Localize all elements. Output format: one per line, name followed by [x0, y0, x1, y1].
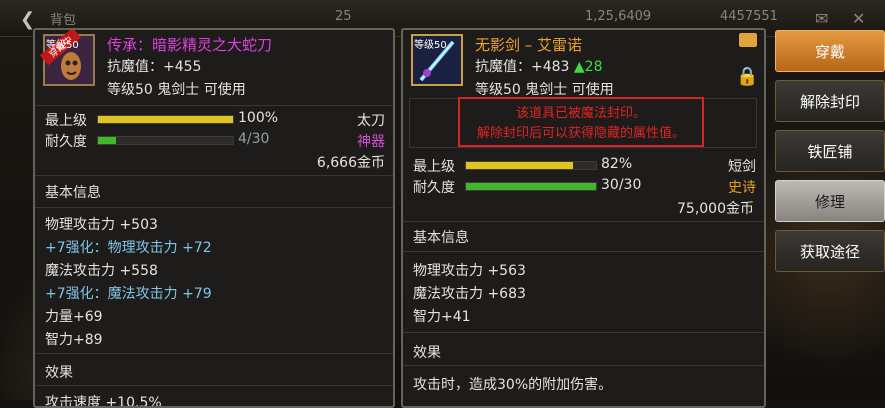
mail-icon[interactable]: ✉ — [815, 9, 828, 28]
divider — [35, 175, 393, 176]
top-counter-left: 25 — [335, 9, 352, 24]
stat-label: 耐久度 — [413, 180, 455, 196]
level-badge: 等级50 — [46, 40, 79, 51]
lock-icon[interactable]: 🔒 — [736, 66, 758, 87]
divider — [35, 105, 393, 106]
resist-label: 抗魔值：+483 — [475, 59, 574, 75]
basic-info-title: 基本信息 — [413, 230, 469, 246]
top-counter-mid: 1,25,6409 — [585, 9, 652, 24]
attribute-line: 物理攻击力 +503 — [45, 217, 158, 233]
requirement: 等级50 鬼剑士 可使用 — [107, 82, 246, 98]
divider — [35, 353, 393, 354]
equipped-item-tooltip: 穿戴中 等级50 传承：暗影精灵之大蛇刀 抗魔值：+455 等级50 鬼剑士 可… — [33, 28, 395, 408]
level-badge: 等级50 — [414, 40, 447, 51]
resist-increase: ▲28 — [573, 59, 603, 75]
effect-text: 攻击时，造成30%的附加伤害。 — [413, 377, 613, 393]
divider — [403, 365, 764, 366]
effect-title: 效果 — [45, 365, 73, 381]
equip-button[interactable]: 穿戴 — [775, 30, 885, 72]
stat-tag: 史诗 — [728, 180, 756, 196]
seal-line-2: 解除封印后可以获得隐藏的属性值。 — [476, 126, 685, 141]
compared-item-tooltip: 等级50 无影剑 – 艾雷诺 抗魔值：+483 ▲28 等级50 鬼剑士 可使用… — [401, 28, 766, 408]
divider — [403, 251, 764, 252]
basic-info-title: 基本信息 — [45, 185, 101, 201]
repair-button[interactable]: 修理 — [775, 180, 885, 222]
effect-title: 效果 — [413, 345, 441, 361]
stat-label: 最上级 — [413, 159, 455, 175]
price: 75,000金币 — [677, 201, 754, 217]
stat-bar — [465, 182, 597, 191]
top-counter-right: 4457551 — [720, 9, 778, 24]
item-name: 无影剑 – 艾雷诺 — [475, 36, 583, 54]
divider — [403, 332, 764, 333]
resist-value: 抗魔值：+483 ▲28 — [475, 56, 603, 76]
attribute-line: +7强化：魔法攻击力 +79 — [45, 286, 212, 302]
attribute-line: 智力+89 — [45, 332, 103, 348]
stat-bar-fill — [98, 116, 233, 123]
close-icon[interactable]: ✕ — [852, 9, 865, 28]
stat-bar-fill — [466, 183, 596, 190]
acquire-route-button[interactable]: 获取途径 — [775, 230, 885, 272]
stat-value: 100% — [238, 110, 279, 126]
stat-value: 30/30 — [601, 177, 642, 193]
seal-line-1: 该道具已被魔法封印。 — [515, 106, 646, 121]
stat-bar — [97, 115, 234, 124]
divider — [403, 221, 764, 222]
blacksmith-button[interactable]: 铁匠铺 — [775, 130, 885, 172]
stat-tag: 太刀 — [357, 113, 385, 129]
attribute-line: 魔法攻击力 +683 — [413, 286, 526, 302]
divider — [35, 207, 393, 208]
attribute-line: +7强化：物理攻击力 +72 — [45, 240, 212, 256]
attribute-line: 物理攻击力 +563 — [413, 263, 526, 279]
stat-tag: 短剑 — [728, 159, 756, 175]
stat-label: 最上级 — [45, 113, 87, 129]
stat-label: 耐久度 — [45, 134, 87, 150]
resist-value: 抗魔值：+455 — [107, 59, 202, 75]
attribute-line: 智力+41 — [413, 309, 471, 325]
item-icon-wuying-jian: 等级50 — [411, 34, 463, 86]
effect-text: 攻击速度 +10.5% — [45, 395, 162, 408]
stat-value: 82% — [601, 156, 633, 172]
stat-tag: 神器 — [357, 134, 385, 150]
stat-bar-fill — [98, 137, 116, 144]
back-arrow-icon[interactable]: ❮ — [20, 9, 35, 30]
divider — [35, 385, 393, 386]
stat-value: 4/30 — [238, 131, 270, 147]
share-icon[interactable] — [739, 33, 757, 47]
attribute-line: 魔法攻击力 +558 — [45, 263, 158, 279]
attribute-line: 力量+69 — [45, 309, 103, 325]
stat-bar — [465, 161, 597, 170]
requirement: 等级50 鬼剑士 可使用 — [475, 82, 614, 98]
stat-bar-fill — [466, 162, 573, 169]
price: 6,666金币 — [316, 155, 385, 171]
unseal-button[interactable]: 解除封印 — [775, 80, 885, 122]
item-name: 传承：暗影精灵之大蛇刀 — [107, 36, 273, 54]
bag-title: 背包 — [50, 13, 77, 28]
stat-bar — [97, 136, 234, 145]
item-icon-daishe-dao: 穿戴中 等级50 — [39, 30, 95, 86]
